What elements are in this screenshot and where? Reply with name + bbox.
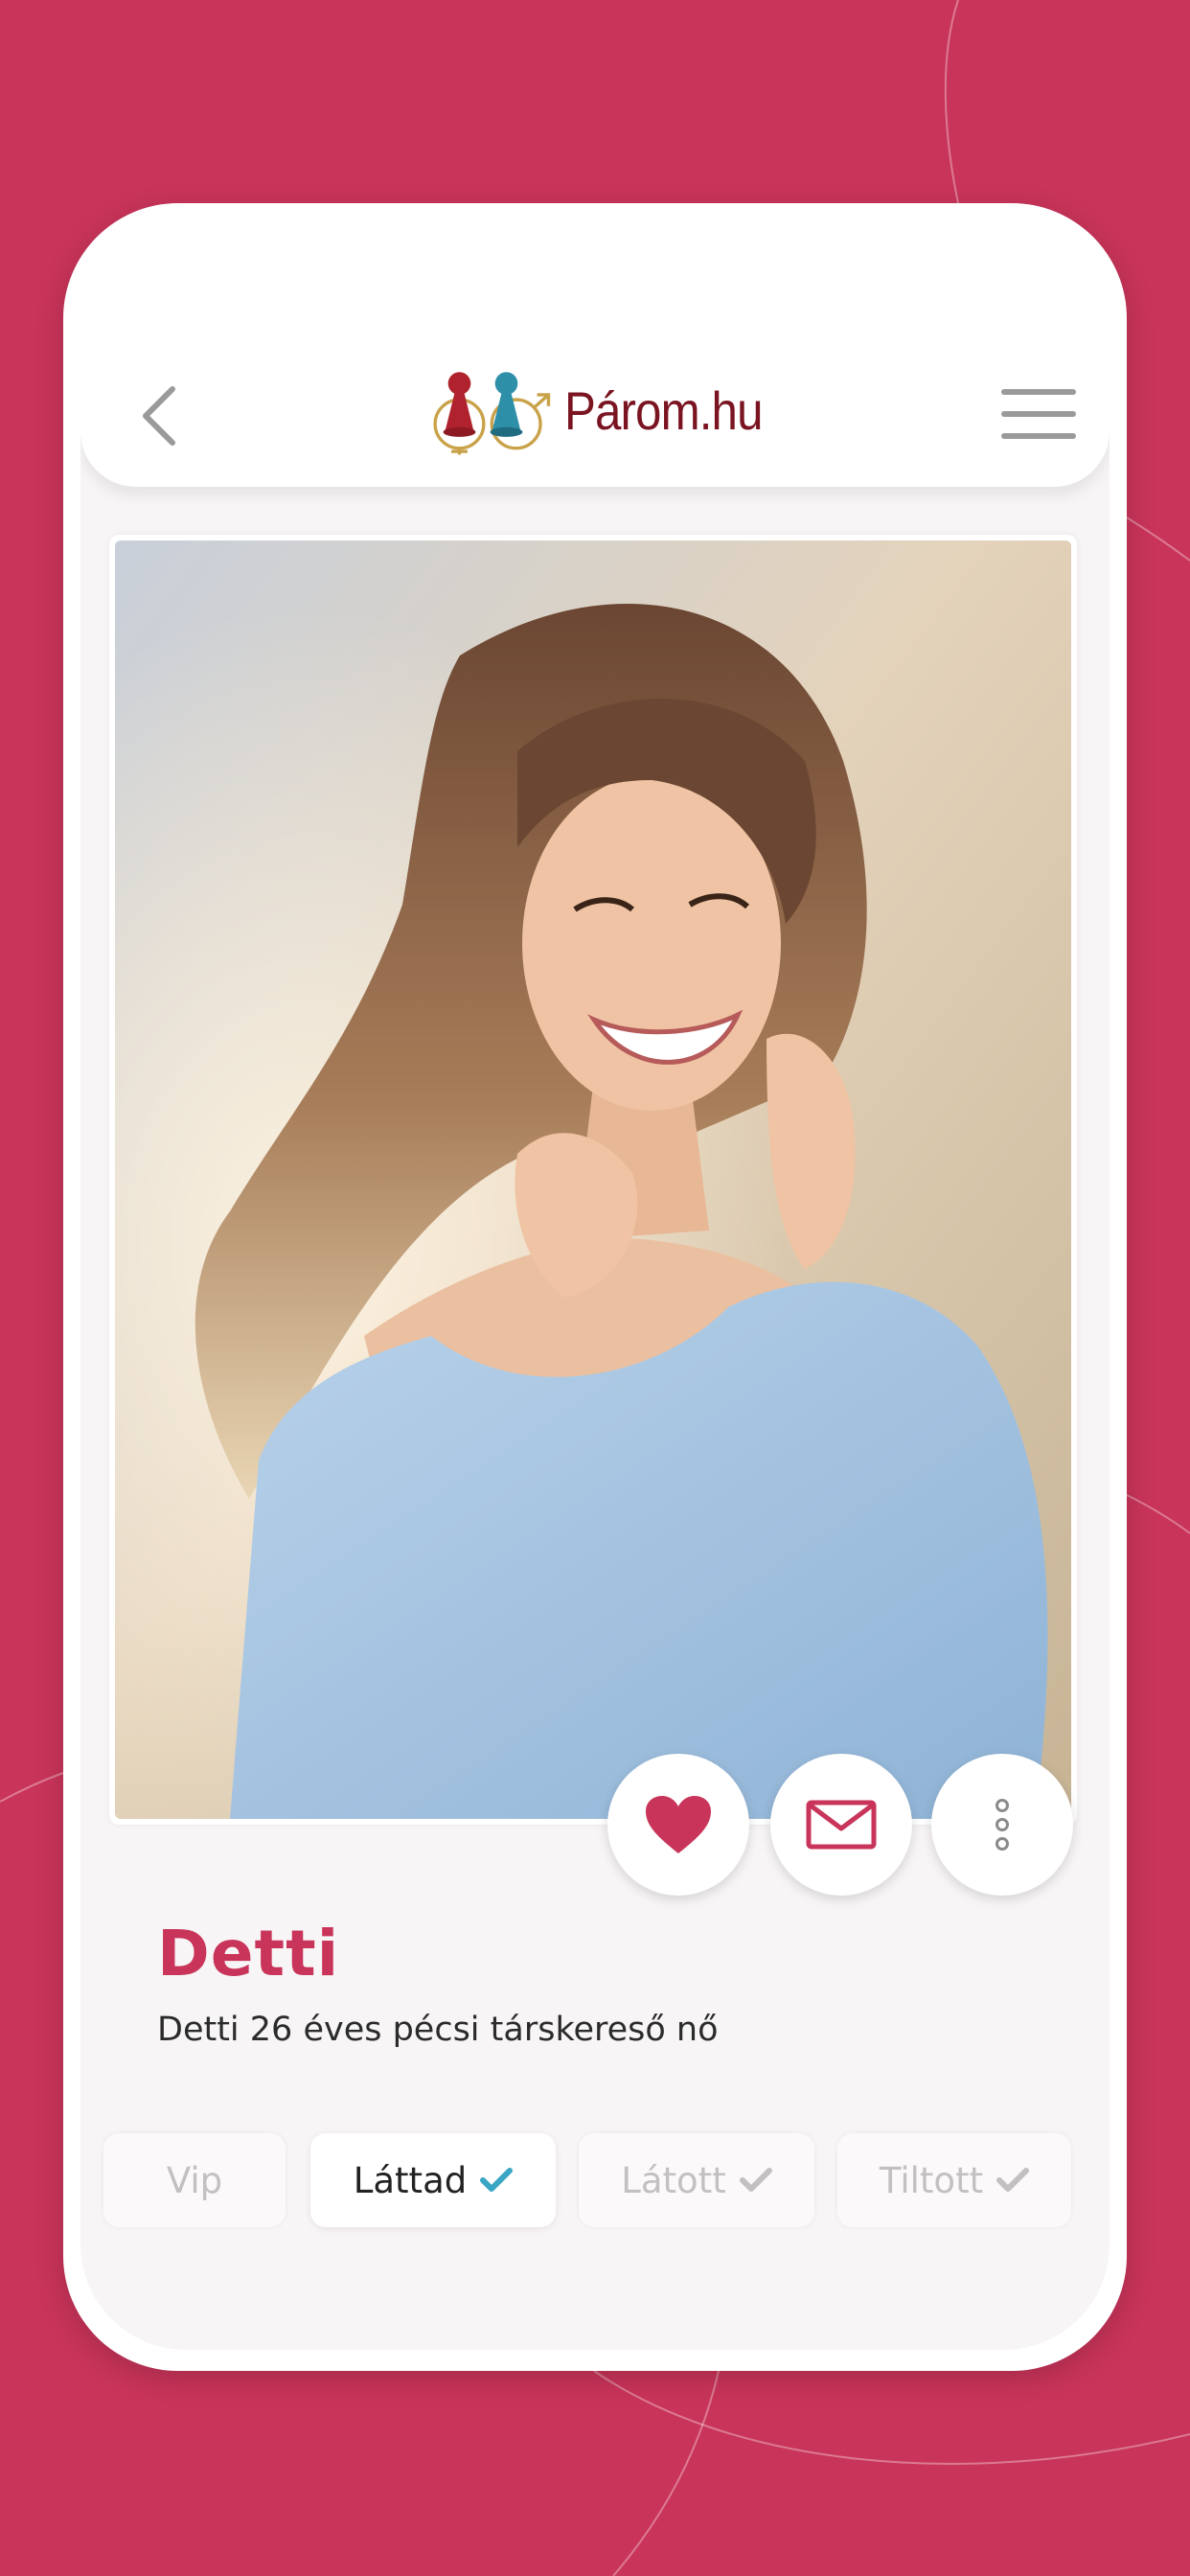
chip-lattad[interactable]: Láttad (310, 2133, 556, 2227)
chevron-left-icon (143, 386, 175, 446)
more-vertical-icon (995, 1799, 1009, 1851)
chip-label: Tiltott (879, 2159, 984, 2201)
chip-tiltott[interactable]: Tiltott (837, 2133, 1071, 2227)
envelope-icon (806, 1800, 877, 1850)
heart-icon (646, 1796, 711, 1853)
more-options-button[interactable] (931, 1754, 1073, 1896)
profile-photo (115, 540, 1071, 1819)
chip-label: Láttad (353, 2159, 468, 2201)
logo-figures-icon (433, 372, 551, 455)
profile-screen: Párom.hu Detti Detti 26 éves pécsi társk… (80, 222, 1110, 2350)
chip-latott[interactable]: Látott (579, 2133, 814, 2227)
message-button[interactable] (770, 1754, 912, 1896)
chip-label: Látott (621, 2159, 726, 2201)
check-icon (996, 2168, 1030, 2193)
menu-button[interactable] (998, 383, 1079, 445)
back-button[interactable] (130, 378, 188, 454)
phone-frame: Párom.hu Detti Detti 26 éves pécsi társk… (63, 203, 1127, 2371)
like-button[interactable] (607, 1754, 749, 1896)
chip-vip[interactable]: Vip (103, 2133, 286, 2227)
parom-logo[interactable]: Párom.hu (425, 351, 790, 470)
profile-photo-card[interactable] (109, 535, 1077, 1825)
check-icon (739, 2168, 772, 2193)
chip-label: Vip (166, 2159, 223, 2201)
hamburger-menu-icon (1001, 389, 1076, 439)
profile-description: Detti 26 éves pécsi társkereső nő (157, 2011, 719, 2049)
profile-name: Detti (157, 1917, 340, 1990)
app-header: Párom.hu (80, 222, 1110, 487)
check-icon (480, 2168, 514, 2193)
logo-text: Párom.hu (564, 380, 764, 441)
